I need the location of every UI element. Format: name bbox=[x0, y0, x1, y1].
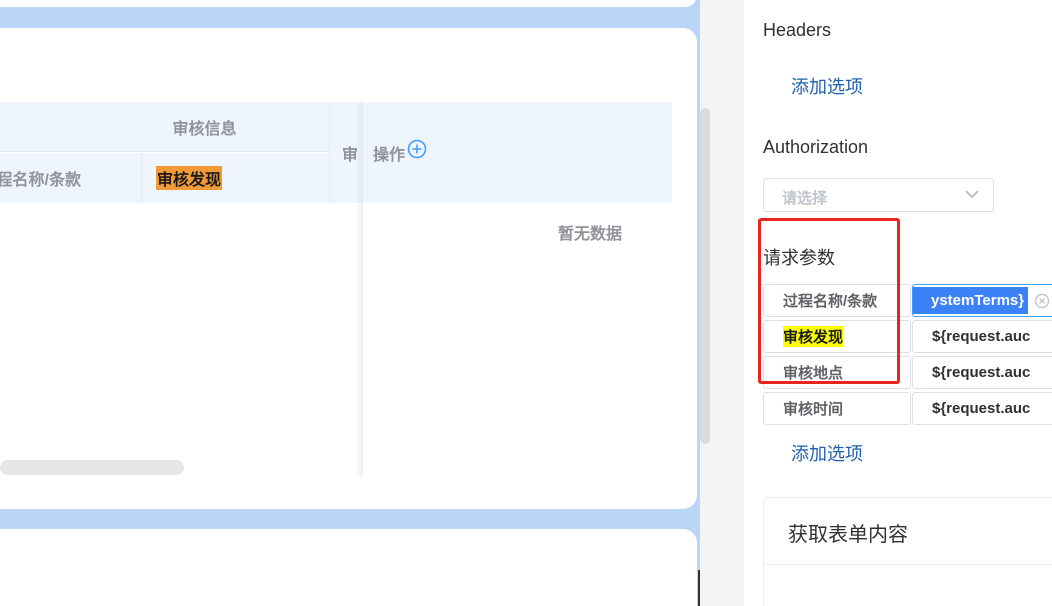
param-key-field[interactable]: 过程名称/条款 bbox=[763, 284, 911, 317]
param-value-text: ${request.auc bbox=[932, 400, 1031, 417]
canvas-area: 审核信息 程名称/条款 审核发现 审 操作 暂无数据 bbox=[0, 0, 700, 606]
group-header: 审核信息 bbox=[0, 102, 330, 152]
column-header-finding-label: 审核发现 bbox=[156, 166, 223, 190]
group-header-label: 审核信息 bbox=[172, 120, 237, 138]
param-key-field[interactable]: 审核地点 bbox=[763, 356, 911, 389]
param-value-field[interactable]: ${request.auc bbox=[912, 320, 1052, 353]
request-params-title: 请求参数 bbox=[763, 248, 835, 268]
clear-icon[interactable] bbox=[1034, 293, 1050, 309]
column-header-process[interactable]: 程名称/条款 bbox=[0, 153, 142, 203]
fetch-form-card: 获取表单内容 bbox=[763, 497, 1052, 606]
chevron-down-icon bbox=[965, 190, 979, 199]
data-table: 审核信息 程名称/条款 审核发现 审 操作 bbox=[0, 102, 672, 476]
fetch-form-card-title: 获取表单内容 bbox=[788, 524, 908, 546]
vertical-scrollbar-thumb[interactable] bbox=[700, 108, 710, 444]
bottom-card bbox=[0, 529, 697, 606]
horizontal-scrollbar[interactable] bbox=[0, 460, 184, 475]
param-key-text: 审核发现 bbox=[783, 326, 844, 347]
empty-state-text: 暂无数据 bbox=[558, 226, 623, 243]
param-value-text: ${request.auc bbox=[932, 364, 1031, 381]
panel-divider bbox=[716, 0, 744, 606]
authorization-select[interactable]: 请选择 bbox=[763, 178, 994, 212]
fixed-column-border bbox=[361, 102, 362, 476]
param-key-text: 审核时间 bbox=[783, 401, 844, 418]
scroll-edge-line bbox=[698, 570, 700, 606]
column-header-operation: 操作 bbox=[362, 102, 672, 203]
column-header-finding[interactable]: 审核发现 bbox=[142, 153, 330, 203]
param-key-text: 过程名称/条款 bbox=[783, 293, 878, 310]
operation-label: 操作 bbox=[373, 146, 406, 164]
param-value-selected-text: ystemTerms} bbox=[913, 287, 1029, 314]
param-key-text: 审核地点 bbox=[783, 365, 844, 382]
params-add-option-link[interactable]: 添加选项 bbox=[791, 440, 863, 466]
param-value-field[interactable]: ${request.auc bbox=[912, 356, 1052, 389]
param-value-field[interactable]: ${request.auc bbox=[912, 392, 1052, 425]
param-key-field[interactable]: 审核发现 bbox=[763, 320, 911, 353]
authorization-title: Authorization bbox=[763, 137, 869, 157]
param-value-field[interactable]: ystemTerms} bbox=[912, 284, 1052, 317]
param-value-text: ${request.auc bbox=[932, 328, 1031, 345]
top-card bbox=[0, 0, 697, 7]
authorization-select-placeholder: 请选择 bbox=[782, 190, 828, 207]
add-circle-icon[interactable] bbox=[407, 139, 427, 159]
headers-add-option-link[interactable]: 添加选项 bbox=[791, 73, 863, 99]
headers-title: Headers bbox=[763, 20, 832, 40]
param-key-field[interactable]: 审核时间 bbox=[763, 392, 911, 425]
fetch-form-card-header[interactable]: 获取表单内容 bbox=[764, 498, 1052, 565]
column-header-process-label: 程名称/条款 bbox=[0, 172, 81, 189]
